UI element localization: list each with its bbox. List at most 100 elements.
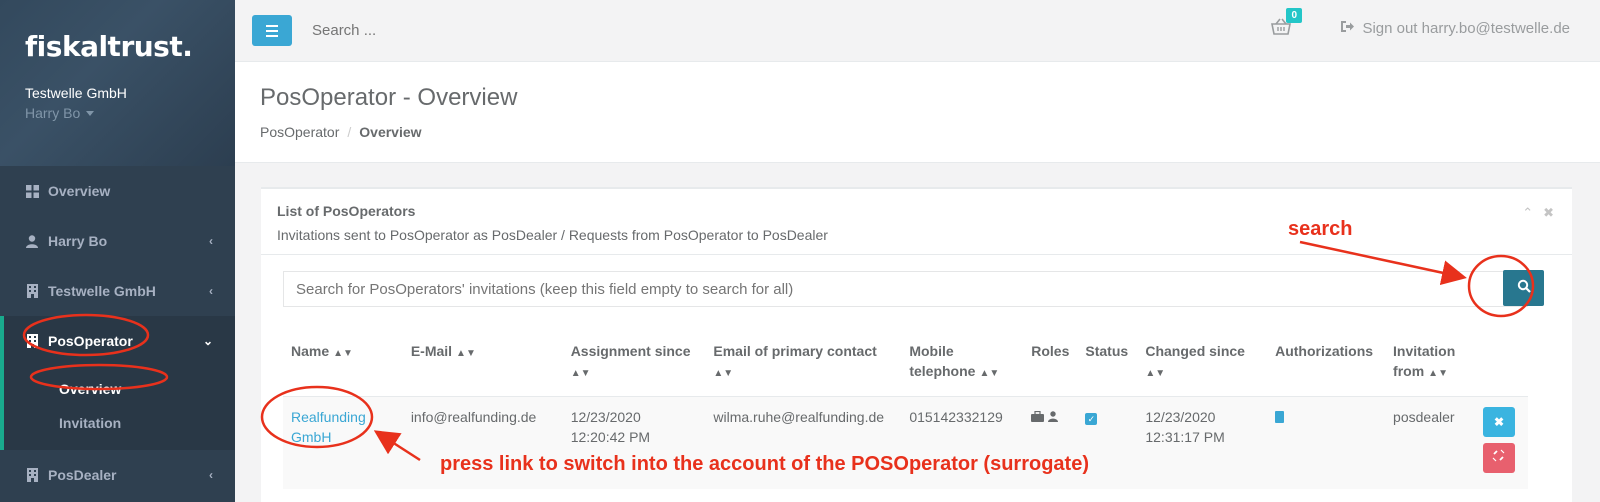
column-header-changed-since[interactable]: Changed since ▲▼ xyxy=(1137,327,1268,397)
cell-actions: ✖ xyxy=(1474,396,1528,489)
building-icon xyxy=(24,284,40,298)
sort-icon: ▲▼ xyxy=(333,348,353,359)
unlink-icon xyxy=(1492,448,1505,468)
profile-header: fiskaltrust. Testwelle GmbH Harry Bo xyxy=(0,0,235,166)
grid-icon xyxy=(24,184,40,198)
sort-icon: ▲▼ xyxy=(713,368,734,379)
chevron-left-icon: ‹ xyxy=(209,284,213,298)
chevron-left-icon: ‹ xyxy=(209,234,213,248)
breadcrumb-separator: / xyxy=(347,124,352,140)
sidebar-subitem-overview[interactable]: Overview xyxy=(4,372,235,406)
user-dropdown[interactable]: Harry Bo xyxy=(25,105,210,121)
posoperator-submenu: Overview Invitation xyxy=(0,366,235,450)
briefcase-icon xyxy=(1031,410,1045,425)
top-navbar: 0 Sign out harry.bo@testwelle.de xyxy=(235,0,1600,62)
column-header-authorizations: Authorizations xyxy=(1267,327,1386,397)
cell-authorizations xyxy=(1267,396,1386,489)
page-heading: PosOperator - Overview PosOperator / Overv… xyxy=(235,62,1600,163)
sort-icon: ▲▼ xyxy=(979,368,1000,379)
column-header-assignment-since[interactable]: Assignment since ▲▼ xyxy=(562,327,706,397)
changed-time: 12:31:17 PM xyxy=(1145,429,1225,445)
panel-tools: ⌃ ✖ xyxy=(1522,205,1554,221)
search-row xyxy=(283,271,1528,307)
page-title: PosOperator - Overview xyxy=(260,84,518,111)
breadcrumb-current: Overview xyxy=(359,124,422,140)
header-label: Assignment since xyxy=(570,343,691,359)
status-checked-icon: ✓ xyxy=(1085,413,1098,425)
sidebar-item-company[interactable]: Testwelle GmbH ‹ xyxy=(0,266,235,316)
cell-invitation-from: posdealer xyxy=(1385,396,1475,489)
remove-button[interactable]: ✖ xyxy=(1482,407,1515,437)
sign-out-link[interactable]: Sign out harry.bo@testwelle.de xyxy=(1340,20,1570,37)
annotation-search-label: search xyxy=(1288,218,1353,240)
logo: fiskaltrust. xyxy=(25,30,193,63)
building-icon xyxy=(24,468,40,482)
table-header-row: Name ▲▼ E-Mail ▲▼ Assignment since ▲▼ Email… xyxy=(283,327,1528,397)
sidebar-item-label: PosOperator xyxy=(48,333,133,349)
panel-header: List of PosOperators Invitations sent to… xyxy=(261,189,1572,255)
sidebar-item-label: Overview xyxy=(48,183,111,199)
sign-out-label: Sign out harry.bo@testwelle.de xyxy=(1362,20,1570,37)
column-header-roles: Roles xyxy=(1023,327,1078,397)
hamburger-icon xyxy=(266,24,278,27)
column-header-mobile[interactable]: Mobile telephone ▲▼ xyxy=(901,327,1024,397)
column-header-invitation-from[interactable]: Invitation from ▲▼ xyxy=(1385,327,1475,397)
chevron-left-icon: ‹ xyxy=(209,468,213,482)
collapse-icon[interactable]: ⌃ xyxy=(1522,205,1533,221)
sort-icon: ▲▼ xyxy=(1145,368,1166,379)
close-icon: ✖ xyxy=(1493,415,1504,429)
header-label: Email of primary contact xyxy=(713,343,877,359)
sidebar: fiskaltrust. Testwelle GmbH Harry Bo Ove… xyxy=(0,0,235,502)
caret-down-icon xyxy=(86,110,95,116)
hamburger-icon-line xyxy=(266,29,278,32)
header-label: Name xyxy=(291,343,330,359)
header-label: Changed since xyxy=(1145,343,1245,359)
sign-out-icon xyxy=(1340,20,1355,37)
unlink-button[interactable] xyxy=(1482,443,1515,473)
search-button[interactable] xyxy=(1503,270,1544,306)
sidebar-subitem-invitation[interactable]: Invitation xyxy=(4,406,235,440)
column-header-actions xyxy=(1474,327,1528,397)
sidebar-item-label: Testwelle GmbH xyxy=(48,283,156,299)
invitation-search-input[interactable] xyxy=(283,271,1528,307)
top-search-input[interactable] xyxy=(312,22,612,39)
user-icon xyxy=(24,234,40,248)
changed-date: 12/23/2020 xyxy=(1145,409,1216,425)
hamburger-icon-line xyxy=(266,34,278,37)
cell-name: Realfunding GmbH xyxy=(283,396,403,489)
tablet-icon xyxy=(1275,411,1285,423)
column-header-name[interactable]: Name ▲▼ xyxy=(283,327,403,397)
annotation-link-hint: press link to switch into the account of… xyxy=(440,453,1089,475)
sidebar-item-posoperator[interactable]: PosOperator ⌄ xyxy=(0,316,235,366)
panel-subtitle: Invitations sent to PosOperator as PosDe… xyxy=(277,227,828,243)
user-icon xyxy=(1048,411,1059,425)
assignment-date: 12/23/2020 xyxy=(570,409,641,425)
company-name: Testwelle GmbH xyxy=(25,85,127,101)
sidebar-item-harry-bo[interactable]: Harry Bo ‹ xyxy=(0,216,235,266)
building-icon xyxy=(24,334,40,348)
basket-count-badge: 0 xyxy=(1286,8,1302,23)
user-name: Harry Bo xyxy=(25,105,81,121)
column-header-status: Status xyxy=(1077,327,1138,397)
chevron-down-icon: ⌄ xyxy=(202,334,213,348)
column-header-primary-contact[interactable]: Email of primary contact ▲▼ xyxy=(705,327,902,397)
sidebar-item-posdealer[interactable]: PosDealer ‹ xyxy=(0,450,235,500)
header-label: Mobile telephone xyxy=(909,343,976,379)
sort-icon: ▲▼ xyxy=(456,348,476,359)
sidebar-item-label: PosDealer xyxy=(48,467,117,483)
panel-title: List of PosOperators xyxy=(277,203,416,219)
sort-icon: ▲▼ xyxy=(1428,368,1448,379)
column-header-email[interactable]: E-Mail ▲▼ xyxy=(402,327,563,397)
menu-toggle-button[interactable] xyxy=(252,15,292,46)
assignment-time: 12:20:42 PM xyxy=(570,429,651,445)
breadcrumb-link[interactable]: PosOperator xyxy=(260,124,339,140)
search-icon xyxy=(1517,279,1531,298)
sort-icon: ▲▼ xyxy=(570,368,591,379)
breadcrumb: PosOperator / Overview xyxy=(260,124,1575,140)
close-icon[interactable]: ✖ xyxy=(1543,205,1554,221)
operator-name-link[interactable]: Realfunding GmbH xyxy=(291,409,366,445)
cell-changed-since: 12/23/2020 12:31:17 PM xyxy=(1137,396,1268,489)
sidebar-item-overview[interactable]: Overview xyxy=(0,166,235,216)
sidebar-item-label: Harry Bo xyxy=(48,233,108,249)
header-label: E-Mail xyxy=(410,343,453,359)
